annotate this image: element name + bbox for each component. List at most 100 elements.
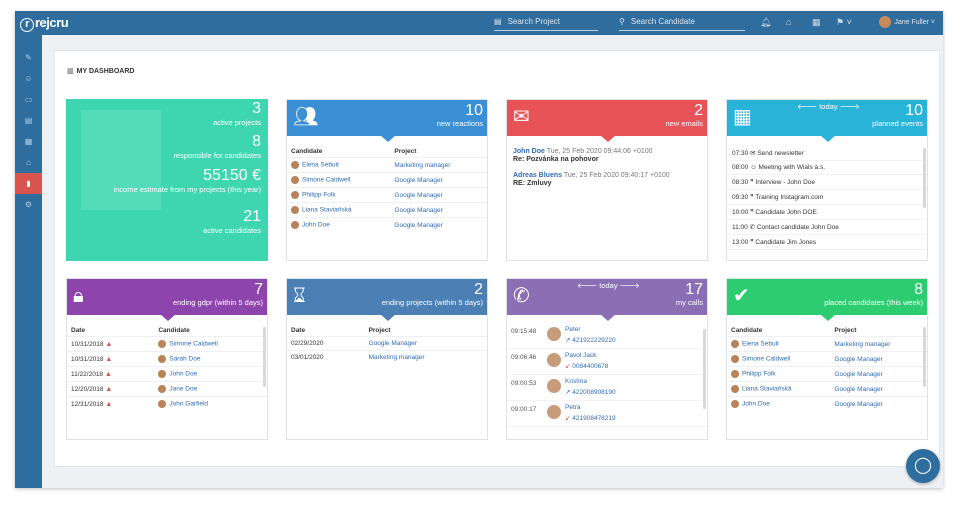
language-flag-icon[interactable]: ⚑ ˅ [836, 17, 852, 28]
date-text: 10/31/2018 [71, 355, 104, 363]
event-item[interactable]: 09:30 ❞ Training Instagram.com [727, 190, 927, 205]
candidate-link[interactable]: John Doe [287, 217, 391, 232]
calendar-icon[interactable]: ▦ [812, 17, 821, 28]
call-item[interactable]: 09:15:48 Peter ↗ 421922229220 [507, 323, 707, 349]
call-item[interactable]: 09:00:53 Kristína ↗ 422008908190 [507, 375, 707, 401]
sidebar-candidates-icon[interactable]: ☺ [15, 68, 42, 89]
search-project-input[interactable]: ▤ Search Project [494, 16, 598, 31]
event-time: 11:00 [732, 224, 748, 231]
sidebar-cards-icon[interactable]: ▭ [15, 89, 42, 110]
sidebar-calendar-icon[interactable]: ▦ [15, 131, 42, 152]
phone-number: 421922229220 [572, 337, 616, 344]
app-logo[interactable]: r rejcru [20, 15, 69, 32]
phone-icon: ✆ [513, 285, 530, 307]
call-phone[interactable]: ↙ 421908478219 [565, 414, 616, 422]
candidate-link[interactable]: Philipp Folk [727, 366, 831, 382]
summary-card: 3 active projects 8 responsible for cand… [66, 99, 268, 261]
event-item[interactable]: 08:00 ☺ Meeting with Wials a.s. [727, 161, 927, 175]
ending-projects-header[interactable]: ⌛︎ 2 ending projects (within 5 days) [287, 279, 487, 321]
sidebar-attach-icon[interactable]: ✎ [15, 47, 42, 68]
dashboard-panel: ▥ MY DASHBOARD 3 active projects 8 respon… [54, 50, 940, 467]
event-item[interactable]: 07:30 ✉ Send newsletter [727, 146, 927, 161]
candidate-link[interactable]: Elena Sebuit [727, 336, 831, 352]
event-item[interactable]: 13:00 ❞ Candidate Jim Jones [727, 235, 927, 250]
reactions-header[interactable]: 👥︎ 10 new reactions [287, 100, 487, 142]
sidebar-inbox-icon[interactable]: ⌂ [15, 152, 42, 173]
project-link[interactable]: Google Manager [390, 202, 487, 218]
event-item[interactable]: 10:00 ❞ Candidate John DOE [727, 205, 927, 220]
project-link[interactable]: Google Manager [830, 366, 927, 382]
project-link[interactable]: Marketing manager [364, 350, 487, 364]
event-item[interactable]: 11:00 ✆ Contact candidate John Doe [727, 220, 927, 235]
call-name[interactable]: Petra [565, 404, 581, 411]
prev-day-arrow-icon[interactable]: 🡐 [797, 102, 817, 111]
today-label[interactable]: today [819, 102, 837, 111]
call-item[interactable]: 09:06:46 Pavol Jack ↙ 0084400678 [507, 349, 707, 375]
active-candidates-metric[interactable]: 21 active candidates [203, 208, 261, 235]
header-pointer [820, 314, 836, 321]
project-link[interactable]: Google Manager [390, 187, 487, 203]
hourglass-icon: ⌛︎ [293, 285, 306, 307]
project-link[interactable]: Google Manager [364, 336, 487, 351]
project-link[interactable]: Google Manager [830, 351, 927, 367]
call-phone[interactable]: ↗ 422008908190 [565, 388, 616, 396]
candidate-link[interactable]: John Garfield [154, 396, 267, 411]
candidate-link[interactable]: Liana Staviaňská [727, 381, 831, 397]
candidate-link[interactable]: Philipp Folk [287, 187, 391, 203]
chat-bubble-button[interactable]: ◯ [906, 449, 940, 483]
candidate-link[interactable]: Elena Sebuit [287, 157, 391, 173]
project-link[interactable]: Google Manager [830, 396, 927, 411]
date-text: 12/20/2018 [71, 385, 104, 393]
bell-icon[interactable]: 🔔︎ [760, 17, 771, 28]
candidate-link[interactable]: Simone Caldwell [154, 336, 267, 352]
project-link[interactable]: Marketing manager [830, 336, 927, 352]
scrollbar[interactable] [703, 329, 706, 409]
project-link[interactable]: Google Manager [390, 217, 487, 232]
next-day-arrow-icon[interactable]: 🡒 [620, 281, 640, 290]
event-time: 07:30 [732, 150, 749, 157]
candidate-link[interactable]: Sarah Doe [154, 351, 267, 367]
call-name[interactable]: Peter [565, 326, 581, 333]
today-label[interactable]: today [599, 281, 617, 290]
search-candidate-input[interactable]: ⚲ Search Candidate [619, 16, 745, 31]
inbox-icon[interactable]: ⌂ [786, 17, 791, 27]
call-name[interactable]: Pavol Jack [565, 352, 596, 359]
phone-number: 0084400678 [572, 363, 609, 370]
email-item[interactable]: Adreas Bluens Tue, 25 Feb 2020 09:40:17 … [507, 168, 707, 192]
project-link[interactable]: Google Manager [830, 381, 927, 397]
candidate-link[interactable]: Simone Caldwell [727, 351, 831, 367]
email-item[interactable]: John Doe Tue, 25 Feb 2020 09:44:06 +0100… [507, 144, 707, 168]
sidebar-projects-icon[interactable]: ▤ [15, 110, 42, 131]
candidate-link[interactable]: Jane Doe [154, 381, 267, 397]
user-menu[interactable]: Jane Fuller ˅ [879, 16, 935, 30]
placed-label: placed candidates (this week) [824, 298, 923, 307]
event-text: Contact candidate John Doe [756, 224, 839, 231]
placed-header[interactable]: ✔ 8 placed candidates (this week) [727, 279, 927, 321]
next-day-arrow-icon[interactable]: 🡒 [840, 102, 860, 111]
call-phone[interactable]: ↗ 421922229220 [565, 336, 616, 344]
scrollbar[interactable] [263, 327, 266, 387]
call-name[interactable]: Kristína [565, 378, 587, 385]
scrollbar[interactable] [923, 148, 926, 208]
col-candidate: Candidate [731, 327, 763, 334]
event-item[interactable]: 08:30 ❞ Interview - John Doe [727, 175, 927, 190]
candidate-link[interactable]: Simone Caldwell [287, 172, 391, 188]
candidate-link[interactable]: Liana Staviaňská [287, 202, 391, 218]
responsible-metric[interactable]: 8 responsible for candidates [173, 133, 261, 160]
emails-header[interactable]: ✉ 2 new emails [507, 100, 707, 142]
call-item[interactable]: 09:00:17 Petra ↙ 421908478219 [507, 401, 707, 427]
candidate-name: John Doe [169, 370, 198, 378]
ending-projects-table: Date Project 02/29/2020 Google Manager 03/… [287, 325, 487, 364]
scrollbar[interactable] [923, 327, 926, 387]
sidebar-dashboard-icon[interactable]: ▮ [15, 173, 42, 194]
sidebar-settings-icon[interactable]: ⚙ [15, 194, 42, 215]
gdpr-header[interactable]: 🔒︎ 7 ending gdpr (within 5 days) [67, 279, 267, 321]
call-phone[interactable]: ↙ 0084400678 [565, 362, 608, 370]
prev-day-arrow-icon[interactable]: 🡐 [577, 281, 597, 290]
project-link[interactable]: Marketing manager [390, 157, 487, 173]
active-projects-metric[interactable]: 3 active projects [213, 100, 261, 127]
candidate-link[interactable]: John Doe [154, 366, 267, 382]
candidate-link[interactable]: John Doe [727, 396, 831, 411]
project-link[interactable]: Google Manager [390, 172, 487, 188]
event-text: Interview - John Doe [755, 179, 816, 186]
